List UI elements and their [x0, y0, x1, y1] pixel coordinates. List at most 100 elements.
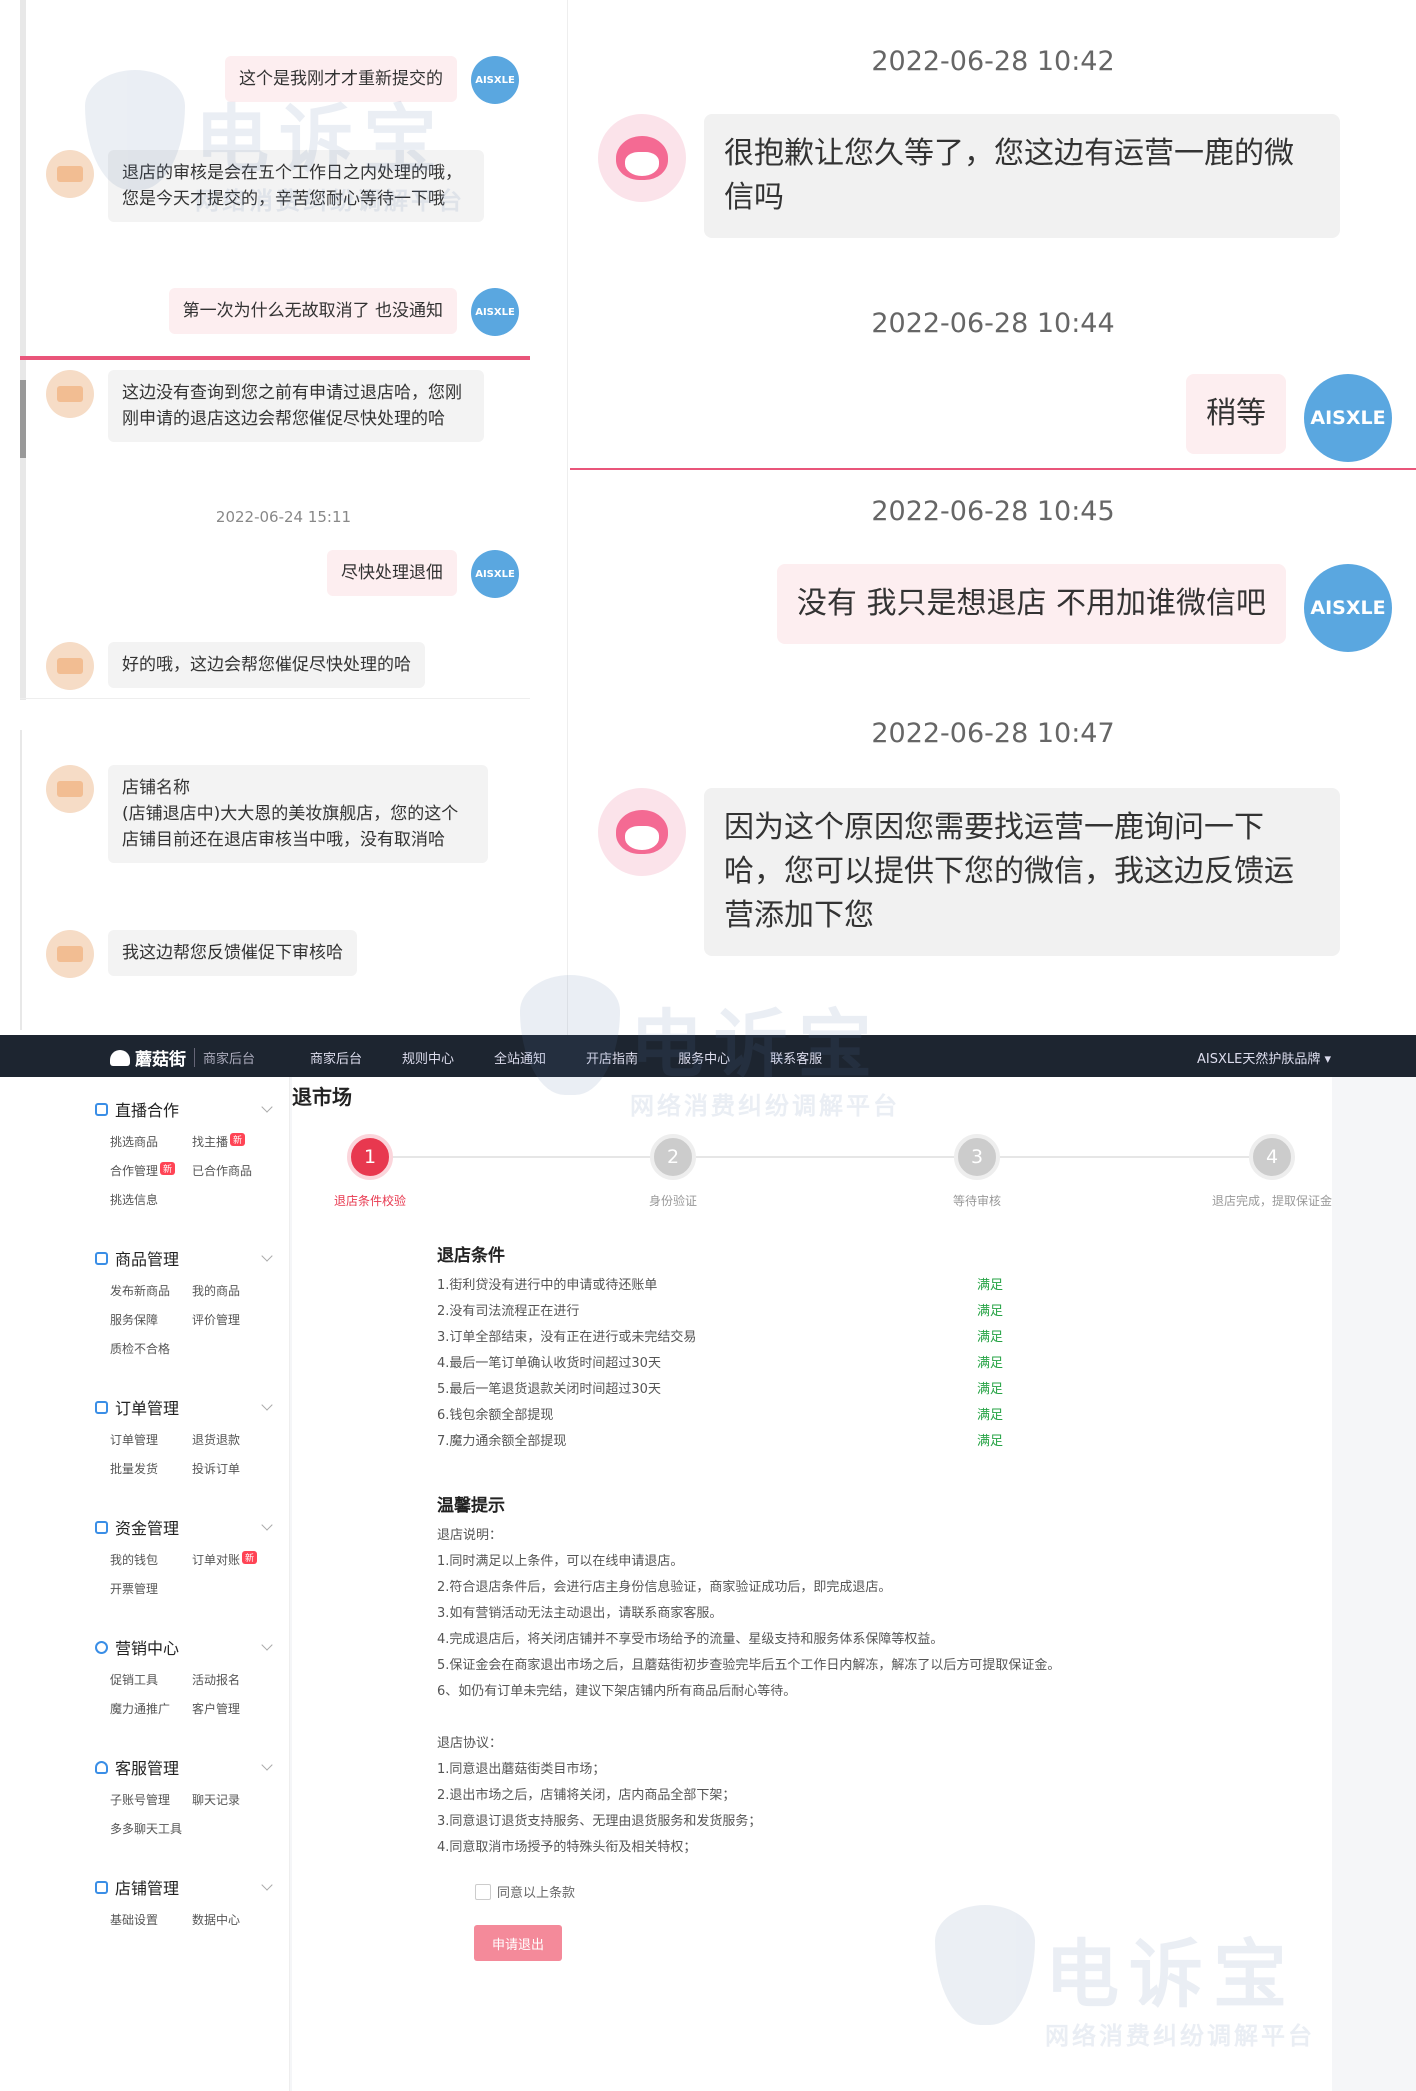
sidebar-item[interactable]: 批量发货: [110, 1460, 192, 1477]
sidebar-item[interactable]: 我的商品: [192, 1282, 274, 1299]
message-bubble: 这个是我刚才才重新提交的: [225, 56, 457, 102]
chat-message-incoming: 好的哦，这边会帮您催促尽快处理的哈: [46, 642, 425, 690]
sidebar-group-header[interactable]: 订单管理: [95, 1395, 289, 1419]
sidebar-item[interactable]: 合作管理新: [110, 1162, 192, 1179]
sidebar-group-funds: 资金管理 我的钱包 订单对账新 开票管理: [85, 1477, 289, 1597]
service-avatar: [598, 114, 686, 202]
steps-progress-line: [370, 1156, 1250, 1158]
sidebar-item[interactable]: 挑选信息: [110, 1191, 192, 1208]
step-number: 2: [650, 1134, 696, 1180]
sidebar-item[interactable]: 质检不合格: [110, 1340, 192, 1357]
store-icon: [95, 1880, 108, 1894]
sidebar-item[interactable]: 订单管理: [110, 1431, 192, 1448]
sidebar-item[interactable]: 基础设置: [110, 1911, 192, 1928]
sidebar-group-title: 客服管理: [115, 1759, 180, 1778]
sidebar-item[interactable]: 已合作商品: [192, 1162, 274, 1179]
sidebar-item[interactable]: 开票管理: [110, 1580, 192, 1597]
sidebar-item[interactable]: 投诉订单: [192, 1460, 274, 1477]
condition-row: 1.街利贷没有进行中的申请或待还账单 满足: [437, 1274, 1037, 1300]
sidebar-group-goods: 商品管理 发布新商品 我的商品 服务保障 评价管理 质检不合格: [85, 1208, 289, 1357]
user-avatar: AISXLE: [471, 288, 519, 336]
sidebar-group-header[interactable]: 直播合作: [95, 1097, 289, 1121]
nav-contact-support[interactable]: 联系客服: [770, 1048, 822, 1067]
sidebar-item[interactable]: 退货退款: [192, 1431, 274, 1448]
chat-timestamp: 2022-06-28 10:45: [871, 496, 1115, 527]
agree-checkbox[interactable]: [475, 1883, 491, 1900]
message-bubble: 我这边帮您反馈催促下审核哈: [108, 930, 357, 976]
sidebar-group-marketing: 营销中心 促销工具 活动报名 魔力通推广 客户管理: [85, 1597, 289, 1717]
sidebar-item[interactable]: 服务保障: [110, 1311, 192, 1328]
sidebar-item[interactable]: 我的钱包: [110, 1551, 192, 1568]
step-label: 身份验证: [648, 1194, 697, 1208]
sidebar-item[interactable]: 订单对账新: [192, 1551, 274, 1568]
left-chat-panel: AISXLE 这个是我刚才才重新提交的 退店的审核是会在五个工作日之内处理的哦，…: [0, 0, 568, 1035]
sidebar-group-live: 直播合作 挑选商品 找主播新 合作管理新 已合作商品 挑选信息: [85, 1077, 289, 1208]
sidebar-group-title: 直播合作: [115, 1101, 180, 1120]
tip-item: 2.符合退店条件后，会进行店主身份信息验证，商家验证成功后，即完成退店。: [437, 1580, 892, 1595]
service-avatar: [46, 370, 94, 418]
step-number: 4: [1249, 1134, 1295, 1180]
condition-row: 6.钱包余额全部提现 满足: [437, 1404, 1037, 1430]
sidebar-group-header[interactable]: 商品管理: [95, 1246, 289, 1270]
sidebar-item[interactable]: 挑选商品: [110, 1133, 192, 1150]
chevron-down-icon: [261, 1519, 273, 1531]
sidebar-item[interactable]: 多多聊天工具: [110, 1820, 192, 1837]
nav-service-center[interactable]: 服务中心: [678, 1048, 730, 1067]
main-content: 退市场 1 退店条件校验 2 身份验证 3 等待审核 4 退店完成，提取保证金 …: [292, 1077, 1332, 2091]
user-service-icon: [95, 1760, 108, 1774]
chevron-down-icon: [261, 1101, 273, 1113]
condition-row: 7.魔力通余额全部提现 满足: [437, 1430, 1037, 1456]
step-2: 2 身份验证: [593, 1134, 753, 1209]
agree-label: 同意以上条款: [497, 1886, 576, 1901]
sidebar-group-title: 营销中心: [115, 1639, 180, 1658]
sidebar-item[interactable]: 找主播新: [192, 1133, 274, 1150]
sidebar-item[interactable]: 促销工具: [110, 1671, 192, 1688]
chat-separator: [20, 698, 530, 699]
left-chat-scrollbar-lower: [20, 730, 22, 1030]
nav-merchant-backend[interactable]: 商家后台: [310, 1048, 362, 1067]
sidebar-item[interactable]: 数据中心: [192, 1911, 274, 1928]
sidebar-group-header[interactable]: 店铺管理: [95, 1875, 289, 1899]
sidebar-item[interactable]: 活动报名: [192, 1671, 274, 1688]
chevron-down-icon: [261, 1399, 273, 1411]
apply-exit-button[interactable]: 申请退出: [474, 1925, 562, 1961]
nav-rules-center[interactable]: 规则中心: [402, 1048, 454, 1067]
brand-logo[interactable]: 蘑菇街 商家后台: [110, 1045, 255, 1070]
sidebar-item[interactable]: 子账号管理: [110, 1791, 192, 1808]
sidebar-group-header[interactable]: 客服管理: [95, 1755, 289, 1779]
user-avatar: AISXLE: [471, 550, 519, 598]
top-navigation: 商家后台 规则中心 全站通知 开店指南 服务中心 联系客服: [310, 1048, 822, 1067]
chat-message-outgoing: AISXLE 这个是我刚才才重新提交的: [225, 56, 519, 104]
sidebar-group-header[interactable]: 资金管理: [95, 1515, 289, 1539]
agreement-item: 1.同意退出蘑菇街类目市场；: [437, 1762, 606, 1777]
step-label: 退店完成，提取保证金: [1211, 1194, 1332, 1208]
chat-message-outgoing: AISXLE 稍等: [1186, 374, 1392, 462]
condition-row: 4.最后一笔订单确认收货时间超过30天 满足: [437, 1352, 1037, 1378]
condition-row: 3.订单全部结束，没有正在进行或未完结交易 满足: [437, 1326, 1037, 1352]
step-number: 1: [347, 1134, 393, 1180]
message-bubble: 退店的审核是会在五个工作日之内处理的哦，您是今天才提交的，辛苦您耐心等待一下哦: [108, 150, 484, 222]
left-chat-scrollbar[interactable]: [20, 0, 26, 700]
step-1: 1 退店条件校验: [290, 1134, 450, 1209]
sidebar-group-header[interactable]: 营销中心: [95, 1635, 289, 1659]
nav-store-guide[interactable]: 开店指南: [586, 1048, 638, 1067]
sidebar-item[interactable]: 聊天记录: [192, 1791, 274, 1808]
step-number: 3: [954, 1134, 1000, 1180]
sidebar-item[interactable]: 客户管理: [192, 1700, 274, 1717]
mushroom-icon: [110, 1049, 130, 1066]
service-avatar: [46, 150, 94, 198]
sidebar-item[interactable]: 评价管理: [192, 1311, 274, 1328]
condition-status: 满足: [977, 1356, 1004, 1371]
sidebar-item[interactable]: 发布新商品: [110, 1282, 192, 1299]
sidebar-item[interactable]: 魔力通推广: [110, 1700, 192, 1717]
scrollbar-thumb[interactable]: [20, 380, 26, 458]
agreement-item: 3.同意退订退货支持服务、无理由退货服务和发货服务；: [437, 1814, 762, 1829]
chat-message-incoming: 退店的审核是会在五个工作日之内处理的哦，您是今天才提交的，辛苦您耐心等待一下哦: [46, 150, 484, 222]
tip-item: 1.同时满足以上条件，可以在线申请退店。: [437, 1554, 684, 1569]
message-bubble: 店铺名称 (店铺退店中)大大恩的美妆旗舰店，您的这个店铺目前还在退店审核当中哦，…: [108, 765, 488, 863]
orders-icon: [95, 1400, 108, 1414]
sidebar-group-service: 客服管理 子账号管理 聊天记录 多多聊天工具: [85, 1717, 289, 1837]
agree-terms[interactable]: 同意以上条款: [475, 1882, 575, 1901]
user-menu[interactable]: AISXLE天然护肤品牌 ▾: [1197, 1048, 1331, 1067]
nav-site-notice[interactable]: 全站通知: [494, 1048, 546, 1067]
